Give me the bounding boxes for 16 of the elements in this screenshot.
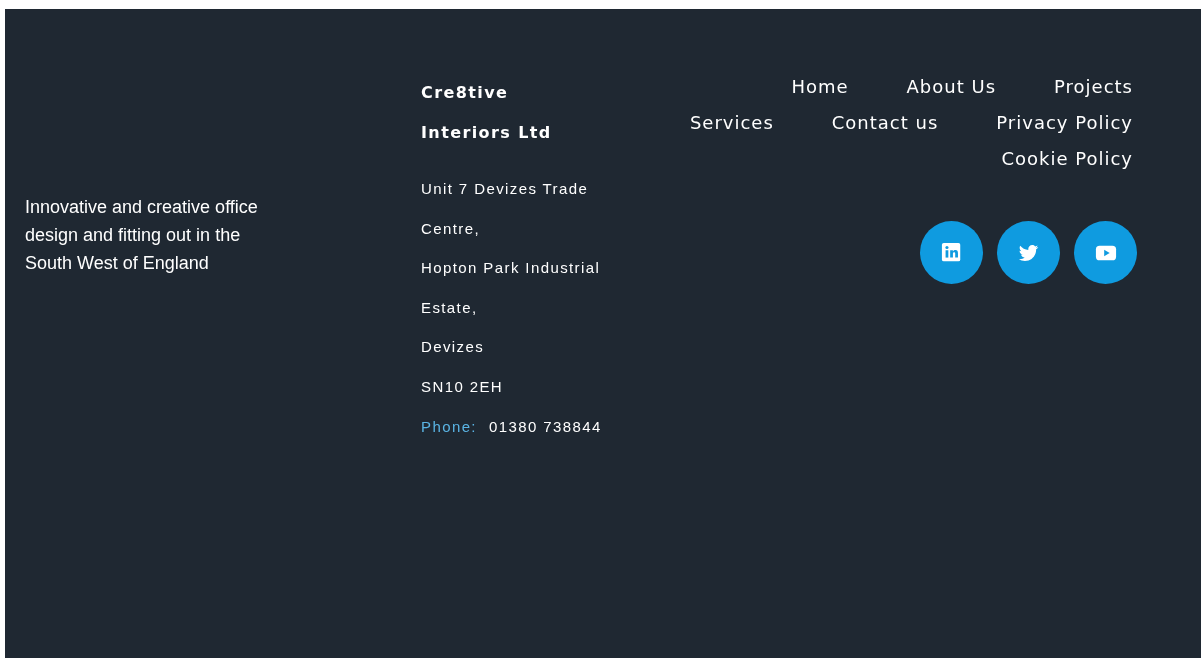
company-name: Cre8tive Interiors Ltd — [421, 82, 553, 144]
nav-link[interactable]: Contact us — [831, 105, 939, 141]
address-line: SN10 2EH — [421, 376, 505, 397]
address-line: Hopton Park Industrial Estate, — [421, 258, 602, 318]
address-line: Devizes — [421, 337, 486, 358]
phone-label: Phone: — [421, 417, 477, 435]
phone-number: 01380 738844 — [488, 417, 602, 435]
nav-link[interactable]: About Us — [906, 69, 997, 105]
linkedin-icon — [940, 241, 963, 264]
nav-link[interactable]: Cookie Policy — [1001, 141, 1133, 177]
nav-link[interactable]: Home — [791, 69, 849, 105]
address-line: Unit 7 Devizes Trade Centre, — [421, 179, 590, 239]
nav-link[interactable]: Services — [689, 105, 774, 141]
tagline: Innovative and creative office design and fitting out in the South West of England — [25, 196, 259, 275]
nav-link[interactable]: Projects — [1054, 69, 1133, 105]
nav-link[interactable]: Privacy Policy — [996, 105, 1133, 141]
